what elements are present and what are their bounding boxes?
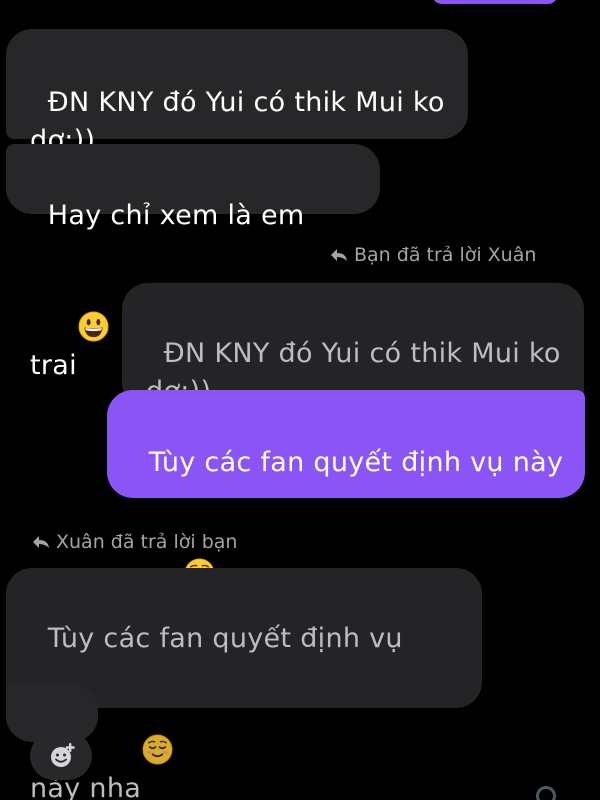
reply-arrow-icon: [330, 244, 348, 261]
relieved-face-emoji: [142, 658, 173, 765]
outgoing-message[interactable]: Tùy các fan quyết định vụ này nha: [107, 390, 585, 628]
reply-context-text: Xuân đã trả lời bạn: [56, 531, 238, 553]
relieved-face-emoji: [184, 482, 215, 589]
reply-context-label: Bạn đã trả lời Xuân: [330, 243, 536, 267]
seen-avatar-icon: [536, 786, 556, 800]
incoming-message[interactable]: Hay chỉ xem là em trai: [6, 144, 380, 381]
previous-message-bubble-edge: [432, 0, 558, 4]
add-reaction-icon: [48, 742, 76, 770]
reply-arrow-icon: [32, 531, 50, 548]
add-reaction-button[interactable]: [30, 732, 92, 780]
reply-context-text: Bạn đã trả lời Xuân: [354, 244, 537, 266]
incoming-message[interactable]: ĐN KNY đó Yui có thik Mui ko dợ:)): [6, 29, 468, 156]
reply-context-label: Xuân đã trả lời bạn: [32, 530, 237, 554]
grinning-face-emoji: [78, 235, 109, 342]
